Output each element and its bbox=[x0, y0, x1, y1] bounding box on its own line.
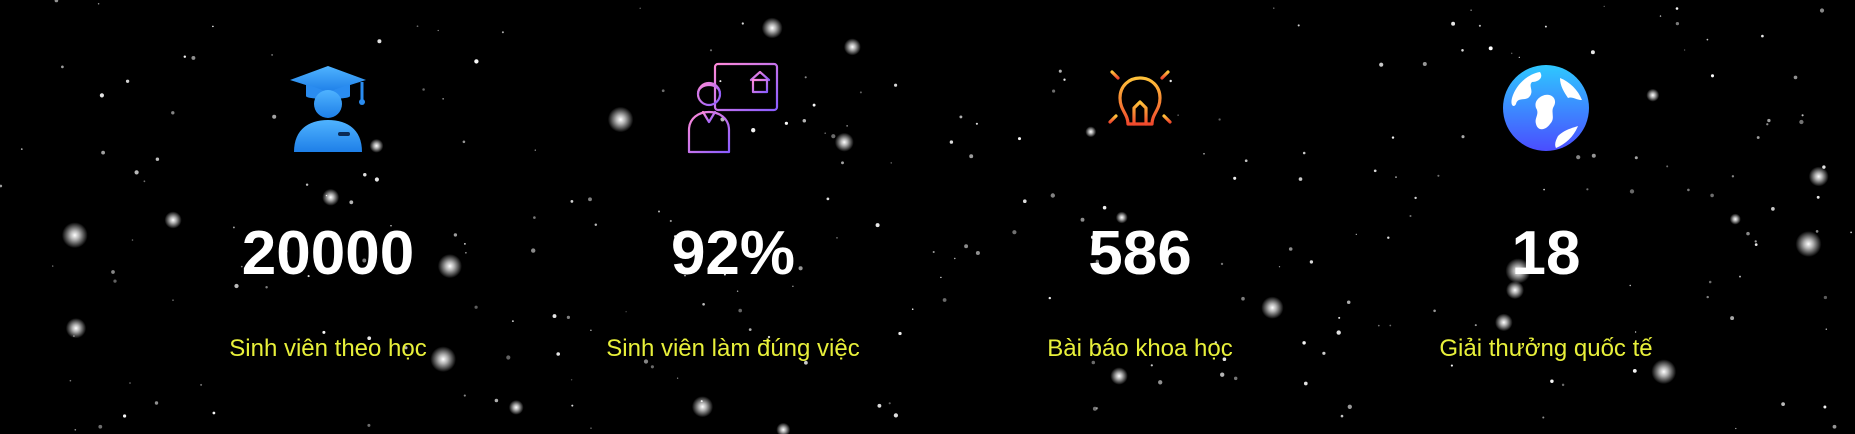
stat-value: 586 bbox=[1088, 219, 1192, 288]
stat-value: 92% bbox=[670, 219, 796, 288]
stat-label: Bài báo khoa học bbox=[1047, 335, 1233, 362]
stat-value: 18 bbox=[1511, 219, 1581, 288]
stat-employment: 92% Sinh viên làm đúng việc bbox=[543, 0, 923, 434]
stat-label: Sinh viên làm đúng việc bbox=[606, 335, 860, 362]
lightbulb-icon bbox=[1092, 60, 1188, 156]
stat-students: 20000 Sinh viên theo học bbox=[138, 0, 518, 434]
globe-icon bbox=[1498, 60, 1594, 156]
stat-awards: 18 Giải thưởng quốc tế bbox=[1356, 0, 1736, 434]
stat-label: Sinh viên theo học bbox=[229, 335, 427, 362]
stats-section: 20000 Sinh viên theo học 92% Sinh viên l… bbox=[0, 0, 1855, 434]
graduate-student-icon bbox=[280, 60, 376, 156]
stat-papers: 586 Bài báo khoa học bbox=[950, 0, 1330, 434]
stat-value: 20000 bbox=[241, 219, 415, 288]
teacher-presentation-icon bbox=[685, 60, 781, 156]
stat-label: Giải thưởng quốc tế bbox=[1439, 335, 1653, 362]
